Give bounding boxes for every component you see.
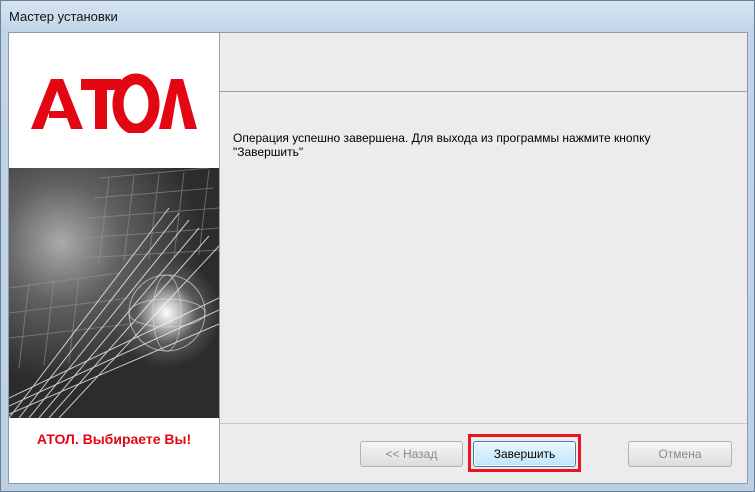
- wizard-content: Операция успешно завершена. Для выхода и…: [220, 33, 747, 483]
- button-separator: [220, 423, 747, 424]
- slogan-text: АТОЛ. Выбираете Вы!: [36, 431, 192, 447]
- wizard-client-area: АТОЛ. Выбираете Вы! Операция успешно зав…: [8, 32, 748, 484]
- back-button[interactable]: << Назад: [360, 441, 463, 467]
- title-bar[interactable]: Мастер установки: [1, 1, 754, 31]
- finish-button-highlight: [468, 434, 581, 472]
- installer-window: Мастер установки АТОЛ. Выбираете Вы! Опе…: [0, 0, 755, 492]
- keyboard-globe-image: [9, 168, 219, 418]
- cancel-button[interactable]: Отмена: [628, 441, 732, 467]
- window-title: Мастер установки: [9, 9, 118, 24]
- header-panel: [220, 33, 747, 92]
- completion-message: Операция успешно завершена. Для выхода и…: [233, 131, 651, 159]
- atol-logo: [31, 73, 197, 133]
- sidebar-banner: АТОЛ. Выбираете Вы!: [9, 33, 220, 483]
